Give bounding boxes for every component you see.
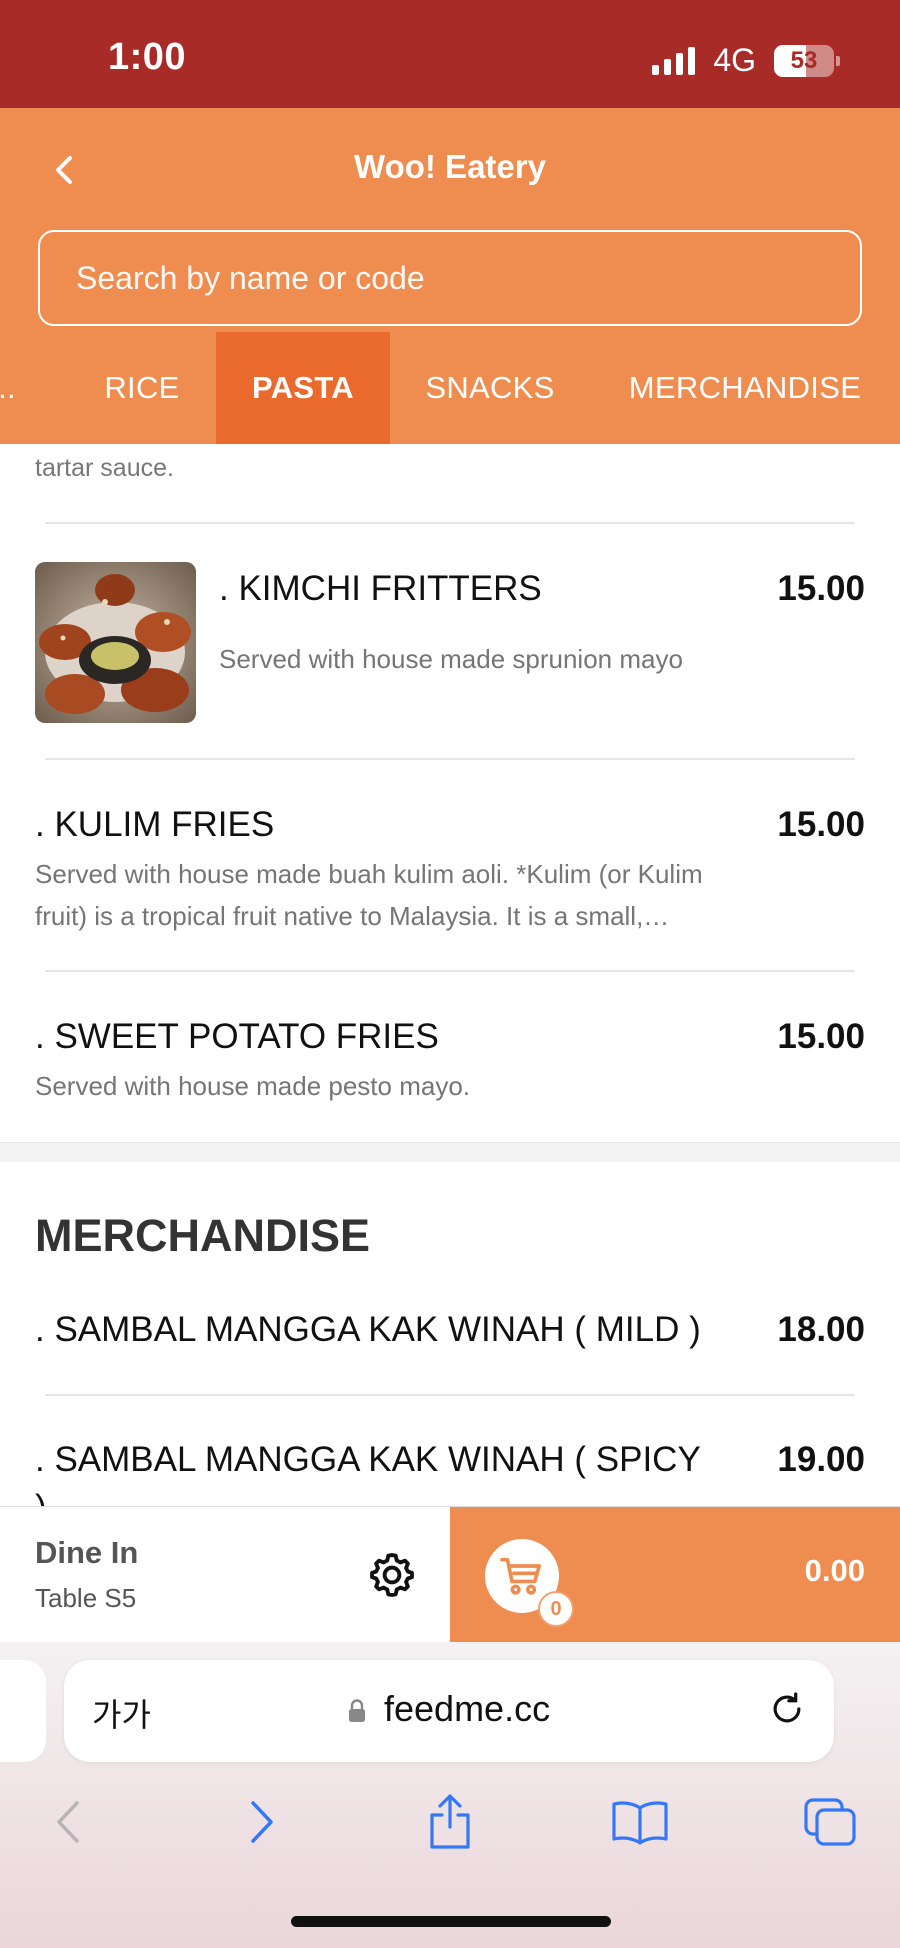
url-text: feedme.cc — [384, 1688, 551, 1729]
reader-options-button[interactable]: 가가 — [92, 1690, 151, 1736]
order-bar: Dine In Table S5 0 0.00 — [0, 1506, 900, 1643]
status-time: 1:00 — [108, 36, 187, 78]
browser-back-button[interactable] — [38, 1792, 98, 1852]
item-name: . SWEET POTATO FRIES — [35, 1017, 439, 1056]
address-bar[interactable]: 가가 feedme.cc — [64, 1660, 834, 1762]
tabs-button[interactable] — [800, 1792, 860, 1852]
item-price: 19.00 — [777, 1440, 865, 1479]
lock-icon — [349, 1699, 365, 1722]
gear-icon — [370, 1553, 414, 1597]
item-name: . SAMBAL MANGGA KAK WINAH ( MILD ) — [35, 1310, 701, 1349]
item-description-tail: tartar sauce. — [35, 454, 174, 482]
battery-icon: 53 — [774, 44, 834, 77]
status-bar: 1:00 4G 53 — [0, 0, 900, 108]
item-description-line: Served with house made buah kulim aoli. … — [35, 859, 703, 889]
previous-tab-peek[interactable] — [0, 1660, 46, 1762]
reload-button[interactable] — [768, 1690, 806, 1733]
kimchi-fritters-image — [35, 562, 196, 723]
cart-count-badge: 0 — [538, 1591, 574, 1627]
item-price: 15.00 — [777, 805, 865, 844]
tab-rice[interactable]: RICE — [80, 332, 204, 444]
item-price: 18.00 — [777, 1310, 865, 1349]
home-indicator[interactable] — [291, 1916, 611, 1927]
divider — [45, 970, 855, 972]
tab-pasta[interactable]: PASTA — [216, 332, 390, 444]
item-price: 15.00 — [777, 569, 865, 608]
back-arrow-icon — [57, 1801, 79, 1843]
checkout-button[interactable]: 0 0.00 — [450, 1507, 900, 1643]
item-name-wrap: ) — [35, 1488, 47, 1506]
settings-button[interactable] — [366, 1549, 418, 1601]
item-price: 15.00 — [777, 1017, 865, 1056]
menu-list: tartar sauce. . KIMCHI FRITTERS 15.00 Se… — [0, 444, 900, 1506]
forward-arrow-icon — [251, 1801, 273, 1843]
network-label: 4G — [713, 42, 756, 78]
tabs-icon — [804, 1798, 856, 1846]
item-name: . KIMCHI FRITTERS — [219, 569, 542, 608]
reload-icon — [773, 1692, 801, 1723]
bookmarks-icon — [612, 1801, 668, 1845]
bookmarks-button[interactable] — [610, 1792, 670, 1852]
tab-previous[interactable]: .. — [0, 332, 22, 444]
page-title: Woo! Eatery — [354, 148, 546, 185]
item-description-line: fruit) is a tropical fruit native to Mal… — [35, 901, 670, 931]
signal-icon — [652, 46, 696, 75]
item-name: . KULIM FRIES — [35, 805, 275, 844]
section-separator — [0, 1142, 900, 1162]
status-indicators: 4G 53 — [652, 42, 840, 79]
section-title-merchandise: MERCHANDISE — [35, 1210, 371, 1261]
category-tabs: .. RICE PASTA SNACKS MERCHANDISE — [0, 332, 900, 444]
cart-icon — [500, 1557, 542, 1595]
battery-percent: 53 — [790, 46, 818, 74]
app-header: Woo! Eatery .. RICE PASTA SNACKS MERCHAN… — [0, 108, 900, 444]
browser-forward-button[interactable] — [232, 1792, 292, 1852]
divider — [45, 522, 855, 524]
item-name: . SAMBAL MANGGA KAK WINAH ( SPICY — [35, 1440, 701, 1479]
battery-cap — [836, 55, 840, 66]
cart-total: 0.00 — [804, 1553, 865, 1588]
browser-nav — [0, 1792, 900, 1872]
divider — [45, 1394, 855, 1396]
browser-toolbar: 가가 feedme.cc — [0, 1642, 900, 1948]
order-type-label: Dine In — [35, 1535, 139, 1570]
table-label: Table S5 — [35, 1583, 137, 1613]
share-button[interactable] — [420, 1792, 480, 1852]
item-description: Served with house made sprunion mayo — [219, 644, 683, 674]
item-description: Served with house made pesto mayo. — [35, 1071, 471, 1101]
share-icon — [430, 1794, 470, 1849]
tab-snacks[interactable]: SNACKS — [406, 332, 574, 444]
divider — [45, 758, 855, 760]
tab-merchandise[interactable]: MERCHANDISE — [612, 332, 878, 444]
search-input[interactable] — [38, 230, 862, 326]
